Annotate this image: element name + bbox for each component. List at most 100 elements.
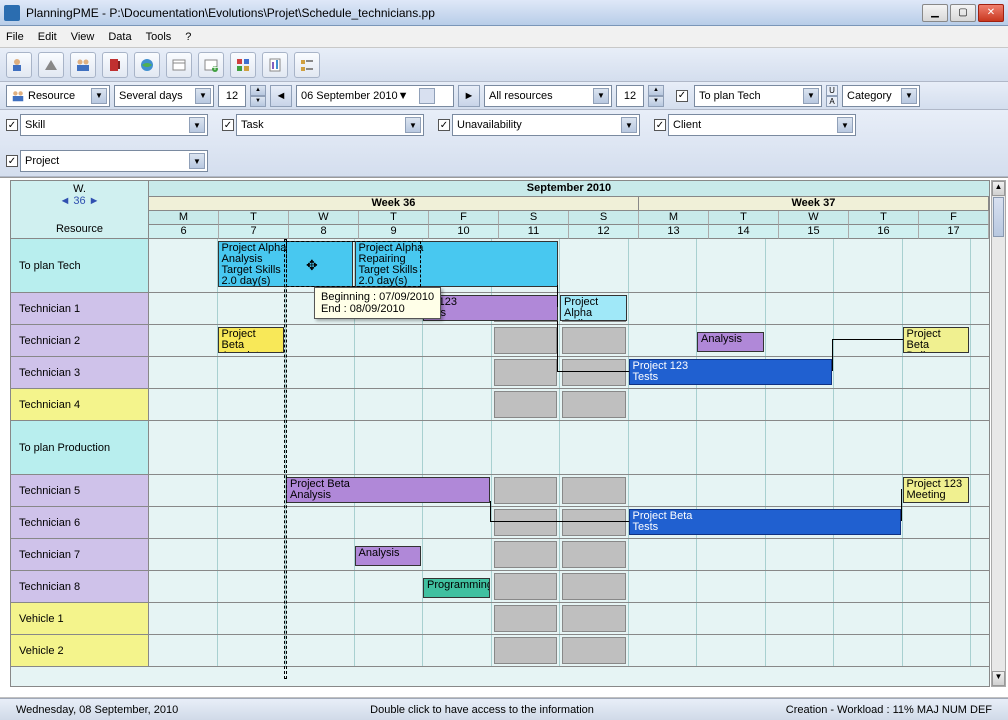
tool-1[interactable] (6, 52, 32, 78)
tool-4[interactable] (102, 52, 128, 78)
tool-3[interactable] (70, 52, 96, 78)
task-beta-appointment[interactable]: Project BetaAppointment (218, 327, 285, 353)
row-t7[interactable]: Technician 7 (11, 539, 989, 571)
day-header: W (289, 211, 359, 225)
combo-allresources[interactable]: All resources ▼ (484, 85, 612, 107)
drag-tooltip: Beginning : 07/09/2010 End : 08/09/2010 (314, 287, 441, 319)
menu-view[interactable]: View (71, 31, 95, 43)
combo-toplan[interactable]: To plan Tech ▼ (694, 85, 822, 107)
task-alpha-delivery[interactable]: Project AlphaDelivery (560, 295, 627, 321)
daynum-header: 15 (779, 225, 849, 239)
date-picker[interactable]: 06 September 2010 ▼ (296, 85, 454, 107)
chk-task[interactable]: ✓ (222, 119, 234, 131)
filter-unavail[interactable]: Unavailability▼ (452, 114, 640, 136)
maximize-button[interactable]: ▢ (950, 4, 976, 22)
task-beta-analysis[interactable]: Project BetaAnalysis (286, 477, 490, 503)
statusbar: Wednesday, 08 September, 2010 Double cli… (0, 698, 1008, 720)
day-header: T (849, 211, 919, 225)
combo-category-label: Category (847, 90, 892, 102)
resource-label: Resource (11, 223, 148, 235)
spin-left-buttons[interactable]: ▲▼ (250, 85, 266, 107)
nav-next[interactable]: ► (458, 85, 480, 107)
tool-9[interactable] (262, 52, 288, 78)
task-beta-tests[interactable]: Project BetaTests (629, 509, 901, 535)
spin-right-buttons[interactable]: ▲▼ (648, 85, 664, 107)
chk-skill[interactable]: ✓ (6, 119, 18, 131)
menu-data[interactable]: Data (108, 31, 131, 43)
corner-header: W. ◄ 36 ► Resource (11, 181, 149, 239)
menu-file[interactable]: File (6, 31, 24, 43)
schedule-grid[interactable]: W. ◄ 36 ► Resource September 2010 Week 3… (10, 180, 990, 687)
task-analysis-t7[interactable]: Analysis (355, 546, 422, 566)
menu-edit[interactable]: Edit (38, 31, 57, 43)
close-button[interactable]: ✕ (978, 4, 1004, 22)
chk-toplan[interactable]: ✓ (676, 90, 688, 102)
row-t2[interactable]: Technician 2 (11, 325, 989, 357)
ua-toggle[interactable]: UA (826, 85, 838, 107)
filter-client[interactable]: Client▼ (668, 114, 856, 136)
calendar-icon (419, 88, 435, 104)
row-label: Technician 5 (11, 475, 149, 506)
row-v1[interactable]: Vehicle 1 (11, 603, 989, 635)
row-label: Technician 4 (11, 389, 149, 420)
row-label: Technician 8 (11, 571, 149, 602)
connector-line (832, 339, 903, 340)
day-header: T (709, 211, 779, 225)
spin-left-value[interactable]: 12 (218, 85, 246, 107)
chk-unavail[interactable]: ✓ (438, 119, 450, 131)
tool-10[interactable] (294, 52, 320, 78)
task-project123-tests[interactable]: Project 123Tests (629, 359, 833, 385)
day-header: F (919, 211, 989, 225)
row-label: To plan Production (11, 421, 149, 474)
chk-client[interactable]: ✓ (654, 119, 666, 131)
chk-project[interactable]: ✓ (6, 155, 18, 167)
dropdown-icon: ▼ (901, 88, 917, 104)
daynum-header: 8 (289, 225, 359, 239)
tool-7[interactable]: + (198, 52, 224, 78)
daynum-header: 13 (639, 225, 709, 239)
filter-skill[interactable]: Skill▼ (20, 114, 208, 136)
combo-view[interactable]: Several days ▼ (114, 85, 214, 107)
task-project123-meeting[interactable]: Project 123Meeting (903, 477, 970, 503)
minimize-button[interactable]: ▁ (922, 4, 948, 22)
row-label: Vehicle 2 (11, 635, 149, 666)
task-beta-delivery[interactable]: Project BetaDelivery (903, 327, 970, 353)
task-analysis-t2[interactable]: Analysis (697, 332, 764, 352)
menu-tools[interactable]: Tools (146, 31, 172, 43)
tool-8[interactable] (230, 52, 256, 78)
tool-6[interactable] (166, 52, 192, 78)
row-v2[interactable]: Vehicle 2 (11, 635, 989, 667)
nav-prev[interactable]: ◄ (270, 85, 292, 107)
scroll-thumb[interactable] (993, 197, 1004, 237)
scroll-down[interactable]: ▼ (992, 671, 1005, 686)
window-title: PlanningPME - P:\Documentation\Evolution… (26, 6, 920, 20)
app-icon (4, 5, 20, 21)
week-nav[interactable]: ◄ 36 ► (11, 195, 148, 207)
schedule-area: W. ◄ 36 ► Resource September 2010 Week 3… (0, 177, 1008, 697)
connector-line (901, 489, 902, 521)
connector-line (832, 339, 833, 371)
vertical-scrollbar[interactable]: ▲ ▼ (991, 180, 1006, 687)
people-icon (11, 89, 25, 103)
filter-task[interactable]: Task▼ (236, 114, 424, 136)
day-header: T (359, 211, 429, 225)
task-programming[interactable]: Programming (423, 578, 490, 598)
spin-right-value[interactable]: 12 (616, 85, 644, 107)
row-t8[interactable]: Technician 8 (11, 571, 989, 603)
filter-project[interactable]: Project▼ (20, 150, 208, 172)
combo-view-label: Several days (119, 90, 183, 102)
tool-5[interactable] (134, 52, 160, 78)
tool-2[interactable] (38, 52, 64, 78)
combo-category[interactable]: Category ▼ (842, 85, 920, 107)
row-t5[interactable]: Technician 5 (11, 475, 989, 507)
status-date: Wednesday, 08 September, 2010 (6, 704, 188, 716)
week-label: W. (11, 183, 148, 195)
scroll-up[interactable]: ▲ (992, 181, 1005, 196)
row-toplan_prod[interactable]: To plan Production (11, 421, 989, 475)
combo-resource[interactable]: Resource ▼ (6, 85, 110, 107)
dropdown-icon: ▼ (803, 88, 819, 104)
row-t4[interactable]: Technician 4 (11, 389, 989, 421)
menu-help[interactable]: ? (185, 31, 191, 43)
task-project123-analysis[interactable]: ct 123ysis (423, 295, 558, 321)
row-t3[interactable]: Technician 3 (11, 357, 989, 389)
